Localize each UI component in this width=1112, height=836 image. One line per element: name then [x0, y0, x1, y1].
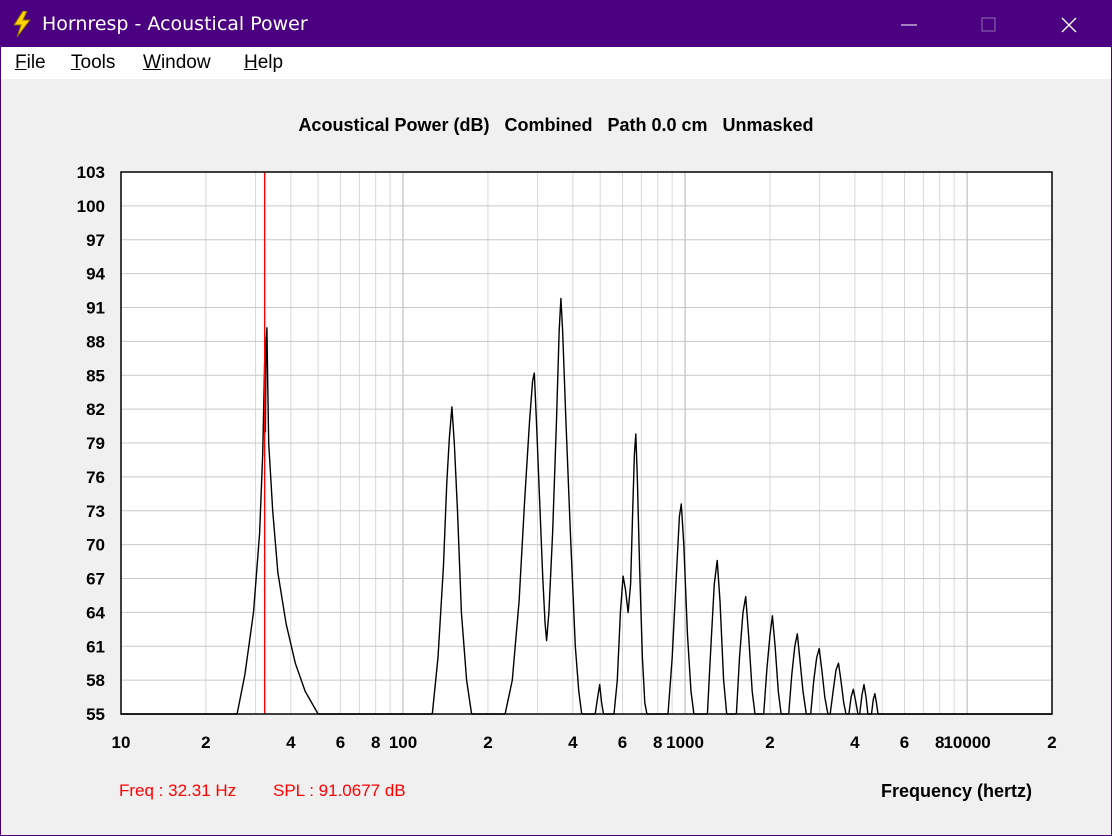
y-tick-label: 64: [86, 603, 105, 622]
y-tick-label: 100: [77, 197, 105, 216]
x-tick-label: 100: [389, 733, 417, 752]
y-tick-label: 76: [86, 468, 105, 487]
x-tick-label: 1000: [666, 733, 704, 752]
y-tick-label: 58: [86, 671, 105, 690]
y-tick-label: 88: [86, 332, 105, 351]
y-tick-label: 94: [86, 265, 105, 284]
x-tick-label: 2: [1047, 733, 1056, 752]
x-tick-label: 4: [850, 733, 860, 752]
x-tick-label: 10: [112, 733, 131, 752]
y-tick-label: 67: [86, 570, 105, 589]
x-tick-label: 8: [653, 733, 662, 752]
acoustical-power-chart[interactable]: 10310097949188858279767370676461585510 2 4…: [1, 1, 1111, 835]
y-tick-label: 103: [77, 163, 105, 182]
y-tick-label: 82: [86, 400, 105, 419]
y-tick-label: 61: [86, 637, 105, 656]
y-tick-label: 97: [86, 231, 105, 250]
x-tick-label: 6: [336, 733, 345, 752]
x-tick-label: 6: [900, 733, 909, 752]
y-tick-label: 79: [86, 434, 105, 453]
app-window: Hornresp - Acoustical Power File Tools W…: [0, 0, 1112, 836]
x-tick-label: 2: [765, 733, 774, 752]
freq-readout: Freq : 32.31 Hz: [119, 781, 237, 800]
y-tick-label: 55: [86, 705, 105, 724]
y-tick-label: 70: [86, 536, 105, 555]
x-tick-label: 4: [568, 733, 578, 752]
x-tick-label: 2: [201, 733, 210, 752]
x-tick-label: 10000: [943, 733, 990, 752]
y-tick-label: 91: [86, 299, 105, 318]
y-tick-label: 85: [86, 366, 105, 385]
spl-readout: SPL : 91.0677 dB: [273, 781, 406, 800]
x-tick-label: 4: [286, 733, 296, 752]
x-tick-label: 6: [618, 733, 627, 752]
x-axis-label: Frequency (hertz): [881, 781, 1033, 801]
x-tick-label: 8: [371, 733, 380, 752]
x-tick-label: 2: [483, 733, 492, 752]
y-tick-label: 73: [86, 502, 105, 521]
